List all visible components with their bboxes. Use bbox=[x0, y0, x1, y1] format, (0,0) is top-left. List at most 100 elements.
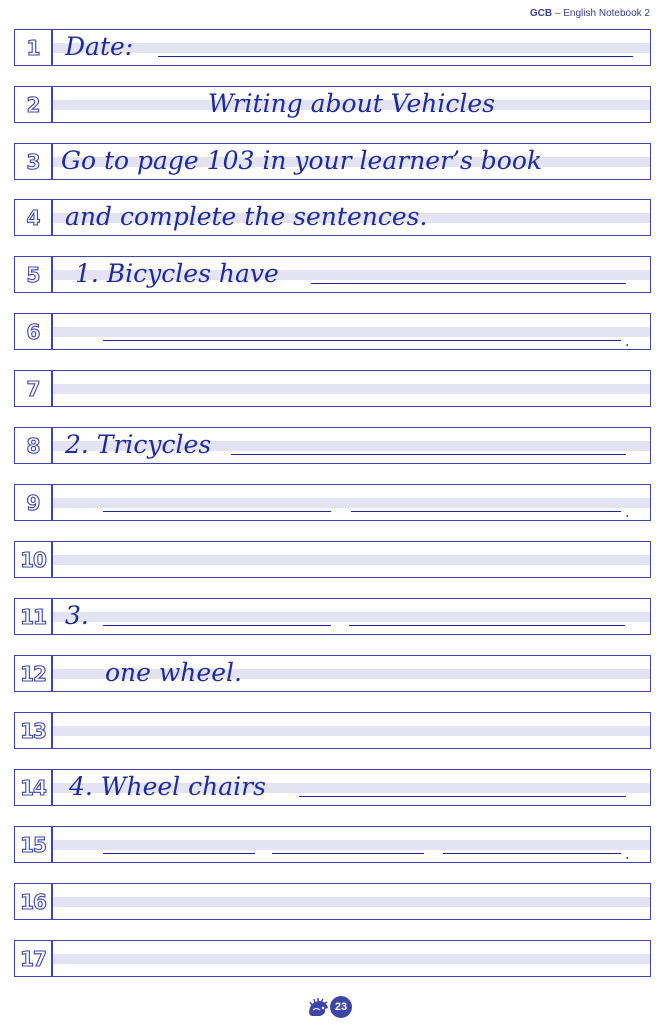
writing-line[interactable]: . bbox=[52, 313, 651, 350]
answer-blank bbox=[351, 511, 621, 512]
writing-line[interactable]: . bbox=[52, 826, 651, 863]
line-number-box: 2 bbox=[14, 86, 52, 123]
handwriting-text: Date: bbox=[65, 32, 134, 61]
notebook-line-17: 17 bbox=[14, 940, 651, 977]
answer-blank bbox=[103, 625, 331, 626]
handwriting-text: one wheel. bbox=[105, 658, 242, 687]
full-stop: . bbox=[625, 334, 630, 350]
answer-blank bbox=[311, 283, 626, 284]
writing-line[interactable]: Go to page 103 in your learner’s book bbox=[52, 143, 651, 180]
line-number: 11 bbox=[20, 604, 48, 629]
notebook-line-9: 9 . bbox=[14, 484, 651, 521]
line-number: 8 bbox=[26, 433, 41, 458]
notebook-line-11: 11 3. bbox=[14, 598, 651, 635]
line-number: 1 bbox=[26, 35, 41, 60]
answer-blank bbox=[158, 56, 633, 57]
page-number-badge: 23 bbox=[330, 996, 352, 1018]
hedgehog-logo-icon bbox=[309, 998, 328, 1016]
answer-blank bbox=[103, 340, 621, 341]
handwriting-text: 3. bbox=[65, 601, 89, 630]
line-number-box: 8 bbox=[14, 427, 52, 464]
handwriting-text: 2. Tricycles bbox=[65, 430, 212, 459]
writing-line[interactable]: 1. Bicycles have bbox=[52, 256, 651, 293]
midline-band bbox=[53, 954, 650, 964]
notebook-line-10: 10 bbox=[14, 541, 651, 578]
line-number-box: 15 bbox=[14, 826, 52, 863]
line-number-box: 7 bbox=[14, 370, 52, 407]
handwriting-text: Go to page 103 in your learner’s book bbox=[61, 146, 543, 175]
midline-band bbox=[53, 498, 650, 508]
handwriting-title: Writing about Vehicles bbox=[208, 89, 495, 118]
line-number-box: 4 bbox=[14, 199, 52, 236]
writing-line[interactable]: one wheel. bbox=[52, 655, 651, 692]
writing-line[interactable]: and complete the sentences. bbox=[52, 199, 651, 236]
line-number: 3 bbox=[26, 149, 41, 174]
notebook-line-15: 15 . bbox=[14, 826, 651, 863]
writing-line[interactable]: Date: bbox=[52, 29, 651, 66]
notebook-line-1: 1 Date: bbox=[14, 29, 651, 66]
answer-blank bbox=[349, 625, 625, 626]
notebook-line-16: 16 bbox=[14, 883, 651, 920]
writing-line[interactable] bbox=[52, 541, 651, 578]
line-number-box: 12 bbox=[14, 655, 52, 692]
notebook-line-12: 12 one wheel. bbox=[14, 655, 651, 692]
line-number-box: 10 bbox=[14, 541, 52, 578]
notebook-line-2: 2 Writing about Vehicles bbox=[14, 86, 651, 123]
writing-line[interactable]: 3. bbox=[52, 598, 651, 635]
midline-band bbox=[53, 555, 650, 565]
line-number: 6 bbox=[26, 319, 41, 344]
answer-blank bbox=[272, 853, 424, 854]
notebook-line-7: 7 bbox=[14, 370, 651, 407]
handwriting-text: and complete the sentences. bbox=[65, 202, 428, 231]
notebook-line-6: 6 . bbox=[14, 313, 651, 350]
writing-line[interactable]: 2. Tricycles bbox=[52, 427, 651, 464]
line-number: 5 bbox=[26, 262, 41, 287]
answer-blank bbox=[231, 454, 626, 455]
writing-line[interactable]: . bbox=[52, 484, 651, 521]
midline-band bbox=[53, 897, 650, 907]
brand-label: GCB bbox=[529, 8, 553, 19]
line-number-box: 13 bbox=[14, 712, 52, 749]
line-number: 14 bbox=[20, 775, 48, 800]
line-number-box: 6 bbox=[14, 313, 52, 350]
writing-line[interactable] bbox=[52, 370, 651, 407]
writing-line[interactable]: 4. Wheel chairs bbox=[52, 769, 651, 806]
midline-band bbox=[53, 43, 650, 53]
line-number: 17 bbox=[20, 946, 48, 971]
writing-line[interactable] bbox=[52, 883, 651, 920]
line-number-box: 1 bbox=[14, 29, 52, 66]
line-number: 16 bbox=[20, 889, 48, 914]
line-number-box: 11 bbox=[14, 598, 52, 635]
answer-blank bbox=[103, 511, 331, 512]
notebook-line-13: 13 bbox=[14, 712, 651, 749]
midline-band bbox=[53, 327, 650, 337]
answer-blank bbox=[299, 796, 626, 797]
notebook-line-4: 4 and complete the sentences. bbox=[14, 199, 651, 236]
line-number: 13 bbox=[20, 718, 48, 743]
line-number-box: 17 bbox=[14, 940, 52, 977]
midline-band bbox=[53, 726, 650, 736]
writing-line[interactable] bbox=[52, 940, 651, 977]
notebook-line-14: 14 4. Wheel chairs bbox=[14, 769, 651, 806]
line-number: 12 bbox=[20, 661, 48, 686]
midline-band bbox=[53, 384, 650, 394]
notebook-line-5: 5 1. Bicycles have bbox=[14, 256, 651, 293]
full-stop: . bbox=[625, 505, 630, 521]
full-stop: . bbox=[625, 847, 630, 863]
line-number-box: 3 bbox=[14, 143, 52, 180]
page-header: GCB – English Notebook 2 bbox=[530, 8, 650, 19]
notebook-title: English Notebook 2 bbox=[563, 8, 650, 19]
line-number: 7 bbox=[26, 376, 41, 401]
header-separator: – bbox=[552, 8, 564, 19]
answer-blank bbox=[443, 853, 621, 854]
midline-band bbox=[53, 612, 650, 622]
midline-band bbox=[53, 840, 650, 850]
line-number: 4 bbox=[26, 205, 41, 230]
answer-blank bbox=[103, 853, 255, 854]
line-number: 15 bbox=[20, 832, 48, 857]
handwriting-text: 1. Bicycles have bbox=[75, 259, 279, 288]
writing-line[interactable]: Writing about Vehicles bbox=[52, 86, 651, 123]
writing-line[interactable] bbox=[52, 712, 651, 749]
line-number: 2 bbox=[26, 92, 41, 117]
notebook-line-8: 8 2. Tricycles bbox=[14, 427, 651, 464]
